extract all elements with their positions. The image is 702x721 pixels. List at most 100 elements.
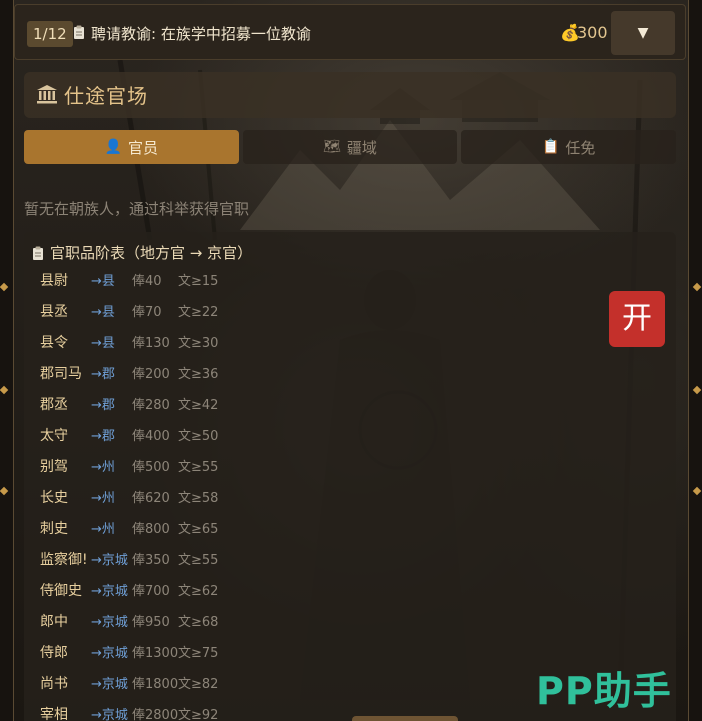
official-salary: 俸2800 bbox=[132, 708, 179, 721]
official-salary: 俸700 bbox=[132, 584, 170, 599]
official-level: →州 bbox=[91, 460, 115, 475]
expand-dropdown-button[interactable]: ▼ bbox=[611, 11, 675, 55]
rank-row: 县丞 →县 俸70 文≥22 bbox=[40, 297, 440, 328]
official-salary: 俸70 bbox=[132, 305, 162, 320]
official-requirement: 文≥55 bbox=[178, 460, 219, 475]
frame-ornament bbox=[692, 282, 702, 292]
official-level: →州 bbox=[91, 522, 115, 537]
official-title: 县尉 bbox=[40, 273, 68, 289]
official-title: 长史 bbox=[40, 490, 68, 506]
frame-ornament bbox=[692, 486, 702, 496]
panel-header: 仕途官场 bbox=[24, 72, 676, 118]
official-requirement: 文≥65 bbox=[178, 522, 219, 537]
official-salary: 俸130 bbox=[132, 336, 170, 351]
official-level: →县 bbox=[91, 305, 115, 320]
official-salary: 俸1800 bbox=[132, 677, 179, 692]
official-title: 侍郎 bbox=[40, 645, 68, 661]
frame-ornament bbox=[0, 282, 9, 292]
rank-row: 县令 →县 俸130 文≥30 bbox=[40, 328, 440, 359]
frame-ornament bbox=[0, 486, 9, 496]
map-icon: 🗺 bbox=[323, 139, 341, 155]
rank-row: 刺史 →州 俸800 文≥65 bbox=[40, 514, 440, 545]
official-requirement: 文≥82 bbox=[178, 677, 219, 692]
left-frame bbox=[0, 0, 14, 721]
official-salary: 俸950 bbox=[132, 615, 170, 630]
official-requirement: 文≥58 bbox=[178, 491, 219, 506]
official-title: 监察御! bbox=[40, 552, 88, 568]
official-salary: 俸200 bbox=[132, 367, 170, 382]
rank-row: 郡丞 →郡 俸280 文≥42 bbox=[40, 390, 440, 421]
official-level: →郡 bbox=[91, 398, 115, 413]
clipboard-icon: 📋 bbox=[541, 139, 560, 155]
official-salary: 俸350 bbox=[132, 553, 170, 568]
clipboard-icon bbox=[33, 246, 43, 260]
clipboard-icon bbox=[74, 25, 84, 39]
task-bar[interactable]: 1/12 聘请教谕: 在族学中招募一位教谕 💰 300 ▼ bbox=[14, 4, 686, 60]
right-frame bbox=[688, 0, 702, 721]
classical-building-icon bbox=[37, 85, 57, 104]
rank-row: 郎中 →京城 俸950 文≥68 bbox=[40, 607, 440, 638]
official-level: →县 bbox=[91, 336, 115, 351]
official-title: 郎中 bbox=[40, 614, 68, 630]
official-level: →京城 bbox=[91, 708, 128, 721]
official-requirement: 文≥75 bbox=[178, 646, 219, 661]
rank-row: 县尉 →县 俸40 文≥15 bbox=[40, 266, 440, 297]
official-requirement: 文≥22 bbox=[178, 305, 219, 320]
official-requirement: 文≥55 bbox=[178, 553, 219, 568]
rank-row: 尚书 →京城 俸1800 文≥82 bbox=[40, 669, 440, 700]
official-title: 侍御史 bbox=[40, 583, 82, 599]
official-title: 太守 bbox=[40, 428, 68, 444]
tab-label: 官员 bbox=[128, 138, 159, 157]
tab-territory[interactable]: 🗺 疆域 bbox=[242, 130, 458, 164]
official-level: →郡 bbox=[91, 429, 115, 444]
tab-bar: 👤 官员 🗺 疆域 📋 任免 bbox=[24, 130, 677, 164]
official-salary: 俸400 bbox=[132, 429, 170, 444]
official-title: 县令 bbox=[40, 335, 68, 351]
official-requirement: 文≥92 bbox=[178, 708, 219, 721]
tab-label: 疆域 bbox=[346, 138, 377, 157]
official-title: 郡司马 bbox=[40, 366, 82, 382]
official-title: 别驾 bbox=[40, 459, 68, 475]
rank-row: 郡司马 →郡 俸200 文≥36 bbox=[40, 359, 440, 390]
official-title: 郡丞 bbox=[40, 397, 68, 413]
tab-appointments[interactable]: 📋 任免 bbox=[461, 130, 677, 164]
person-icon: 👤 bbox=[104, 139, 123, 155]
official-requirement: 文≥15 bbox=[178, 274, 219, 289]
official-requirement: 文≥62 bbox=[178, 584, 219, 599]
official-salary: 俸800 bbox=[132, 522, 170, 537]
official-level: →郡 bbox=[91, 367, 115, 382]
official-level: →京城 bbox=[91, 584, 128, 599]
open-button[interactable]: 开 bbox=[609, 291, 665, 347]
official-requirement: 文≥42 bbox=[178, 398, 219, 413]
rank-row: 监察御! →京城 俸350 文≥55 bbox=[40, 545, 440, 576]
official-level: →京城 bbox=[91, 677, 128, 692]
empty-officials-message: 暂无在朝族人，通过科举获得官职 bbox=[24, 200, 250, 218]
panel-title: 仕途官场 bbox=[64, 84, 148, 108]
official-requirement: 文≥68 bbox=[178, 615, 219, 630]
bottom-handle[interactable] bbox=[352, 716, 458, 721]
task-description: 聘请教谕: 在族学中招募一位教谕 bbox=[91, 25, 311, 43]
frame-ornament bbox=[0, 385, 9, 395]
official-title: 宰相 bbox=[40, 707, 68, 721]
watermark-logo: PP助手 bbox=[536, 669, 672, 713]
official-requirement: 文≥30 bbox=[178, 336, 219, 351]
official-salary: 俸620 bbox=[132, 491, 170, 506]
official-rank-table: 官职品阶表（地方官 → 京官） 县尉 →县 俸40 文≥15 县丞 →县 俸70 文≥22 县令… bbox=[24, 232, 676, 721]
official-level: →县 bbox=[91, 274, 115, 289]
task-counter: 1/12 bbox=[27, 21, 73, 47]
official-level: →州 bbox=[91, 491, 115, 506]
rank-row: 侍御史 →京城 俸700 文≥62 bbox=[40, 576, 440, 607]
rank-row: 侍郎 →京城 俸1300 文≥75 bbox=[40, 638, 440, 669]
frame-ornament bbox=[692, 385, 702, 395]
official-title: 县丞 bbox=[40, 304, 68, 320]
official-requirement: 文≥50 bbox=[178, 429, 219, 444]
rank-row: 长史 →州 俸620 文≥58 bbox=[40, 483, 440, 514]
official-salary: 俸500 bbox=[132, 460, 170, 475]
tab-label: 任免 bbox=[565, 138, 596, 157]
rank-table-title-text: 官职品阶表（地方官 → 京官） bbox=[50, 244, 253, 262]
rank-row: 太守 →郡 俸400 文≥50 bbox=[40, 421, 440, 452]
official-title: 尚书 bbox=[40, 676, 68, 692]
official-salary: 俸1300 bbox=[132, 646, 179, 661]
rank-table-title: 官职品阶表（地方官 → 京官） bbox=[32, 242, 252, 263]
tab-officials[interactable]: 👤 官员 bbox=[24, 130, 239, 164]
